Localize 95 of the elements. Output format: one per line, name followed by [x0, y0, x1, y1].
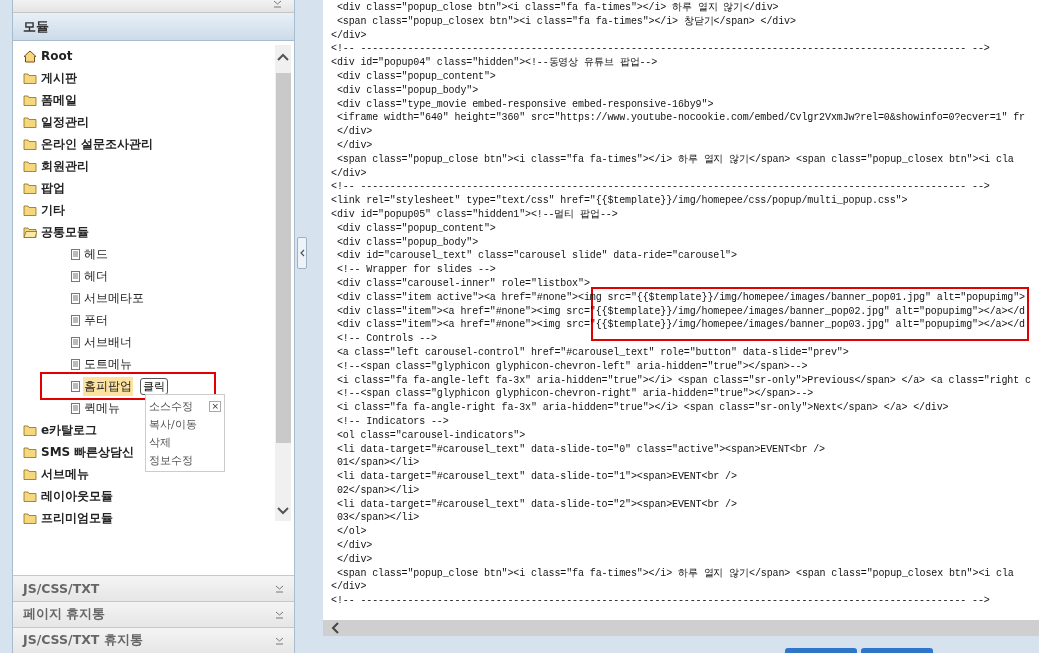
code-line: <div id="popup05" class="hidden1"><!--멀티 팝업-->: [331, 207, 619, 222]
code-line: </div>: [331, 28, 368, 43]
code-line: 03</span></li>: [335, 511, 421, 526]
code-line: <!--<span class="glyphicon glyphicon-chevron-left" aria-hidden="true"></span>-->: [335, 359, 809, 374]
code-line: <!-- Controls -->: [335, 332, 438, 346]
code-line: <li data-target="#carousel_text" data-slide-to="2"><span>EVENT<br />: [335, 497, 738, 512]
code-line: <div class="carousel-inner" role="listbox">: [335, 276, 591, 291]
code-line: <i class="fa fa-angle-left fa-3x" aria-hidden="true"></i> <span class="sr-only">Previous</span> </a> <a class="right c: [335, 373, 1032, 388]
tree-item[interactable]: 푸터: [83, 310, 109, 330]
code-line: <!-- ------------------------------------------------------------------------------------------------------- -->: [331, 180, 991, 195]
code-line: </div>: [335, 138, 374, 153]
tree-item[interactable]: 레이아웃모듈: [40, 486, 114, 506]
code-line: </div>: [335, 539, 374, 553]
collapse-icon[interactable]: [275, 636, 284, 645]
document-icon: [71, 380, 80, 392]
code-line: 02</span></li>: [335, 483, 421, 498]
code-line: <div class="popup_content">: [335, 70, 497, 84]
document-icon: [71, 248, 80, 260]
tree-item[interactable]: 폼메일: [40, 90, 78, 110]
tree-item[interactable]: 일정관리: [40, 112, 90, 132]
code-line: <a class="left carousel-control" href="#carousel_text" role="button" data-slide="prev">: [335, 345, 850, 360]
code-line: <!--<span class="glyphicon glyphicon-chevron-right" aria-hidden="true"></span>-->: [335, 387, 815, 402]
code-line: <span class="popup_close btn"><i class="fa fa-times"></i> 하루 열지 않기</span> <span class="popup_closex btn"><i cla: [335, 152, 1015, 167]
menu-item[interactable]: 정보수정: [146, 451, 224, 469]
document-icon: [71, 336, 80, 348]
code-line: <span class="popup_closex btn"><i class="fa fa-times"></i> 창닫기</span> </div>: [335, 14, 797, 29]
tree-item[interactable]: 홈피팝업: [83, 376, 133, 396]
code-line: <div class="popup_close btn"><i class="fa fa-times"></i> 하루 열지 않기</div>: [335, 1, 780, 15]
collapse-icon[interactable]: [273, 0, 282, 8]
tree-item[interactable]: Root: [40, 48, 74, 64]
code-line: <li data-target="#carousel_text" data-slide-to="1"><span>EVENT<br />: [335, 470, 738, 484]
menu-item[interactable]: 소스수정 ×: [146, 397, 224, 415]
tree-item[interactable]: 서브배너: [83, 332, 133, 352]
code-line: <!-- ------------------------------------------------------------------------------------------------------- -->: [331, 42, 991, 57]
chevron-left-icon[interactable]: [299, 249, 305, 257]
tree-item[interactable]: e카탈로그: [40, 420, 99, 440]
tree-item[interactable]: 헤드: [83, 244, 109, 264]
accordion-header[interactable]: JS/CSS/TXT 휴지통: [13, 627, 294, 653]
tree-item[interactable]: 서브메타포: [83, 288, 145, 308]
tree-item[interactable]: 프리미엄모듈: [40, 508, 114, 528]
tree-item[interactable]: 게시판: [40, 68, 78, 88]
collapse-icon[interactable]: [275, 610, 284, 619]
tree-item[interactable]: 퀵메뉴: [83, 398, 121, 418]
menu-item[interactable]: 삭제: [146, 433, 224, 451]
code-line: </div>: [335, 125, 374, 139]
code-line: </div>: [335, 552, 374, 567]
accordion-title: JS/CSS/TXT 휴지통: [23, 632, 143, 649]
tree-item[interactable]: 공통모듈: [40, 222, 90, 242]
code-line: </div>: [331, 580, 368, 595]
code-line: <div class="type_movie embed-responsive embed-responsive-16by9">: [335, 97, 715, 112]
scroll-left-icon[interactable]: [331, 622, 339, 634]
accordion-header[interactable]: 페이지 휴지통: [13, 601, 294, 627]
accordion-title: JS/CSS/TXT: [23, 581, 100, 596]
splitter-handle[interactable]: [297, 237, 307, 269]
document-icon: [71, 270, 80, 282]
tree-item[interactable]: SMS 빠른상담신: [40, 442, 136, 462]
tree-item[interactable]: 회원관리: [40, 156, 90, 176]
collapse-icon[interactable]: [275, 584, 284, 593]
code-line: <ol class="carousel-indicators">: [335, 428, 527, 443]
code-line: </ol>: [335, 525, 368, 540]
code-line: <link rel="stylesheet" type="text/css" href="{{$template}}/img/homepee/css/popup/multi_popup.css">: [331, 194, 909, 208]
scroll-up-icon[interactable]: [277, 53, 289, 61]
code-line: <div class="popup_body">: [335, 83, 480, 98]
code-line: <!-- Wrapper for slides -->: [335, 263, 497, 277]
code-line: <li data-target="#carousel_text" data-slide-to="0" class="active"><span>EVENT<br />: [335, 442, 826, 457]
scroll-down-icon[interactable]: [277, 507, 289, 515]
panel-header: 모듈: [13, 13, 294, 41]
tree-item[interactable]: 도트메뉴: [83, 354, 133, 374]
code-line: <div id="carousel_text" class="carousel slide" data-ride="carousel">: [335, 249, 738, 264]
tree-item[interactable]: 서브메뉴: [40, 464, 90, 484]
code-line: <!-- ------------------------------------------------------------------------------------------------------- -->: [331, 594, 991, 609]
code-line: <i class="fa fa-angle-right fa-3x" aria-hidden="true"></i> <span class="sr-only">Next</span> </a> </div>: [335, 401, 950, 415]
code-line: <div class="popup_body">: [335, 235, 480, 250]
code-line: 01</span></li>: [335, 456, 421, 471]
menu-item[interactable]: 복사/이동: [146, 415, 224, 433]
close-icon[interactable]: ×: [209, 400, 221, 412]
document-icon: [71, 292, 80, 304]
document-icon: [71, 314, 80, 326]
code-line: <iframe width="640" height="360" src="https://www.youtube-nocookie.com/embed/Cvlgr2VxmJw?rel=0&showinfo=0?ecver=1" fr: [335, 111, 1026, 126]
accordion-header[interactable]: JS/CSS/TXT: [13, 575, 294, 601]
code-line: <div id="popup04" class="hidden"><!--동영상 유튜브 팝업-->: [331, 56, 659, 70]
tree-item[interactable]: 기타: [40, 200, 66, 220]
tooltip: 클릭: [140, 377, 168, 395]
accordion-title: 페이지 휴지통: [23, 606, 106, 623]
code-line: </div>: [331, 166, 368, 181]
code-line: <div class="popup_content">: [335, 221, 497, 236]
tree-item[interactable]: 팝업: [40, 178, 66, 198]
document-icon: [71, 358, 80, 370]
home-icon: [23, 49, 37, 63]
code-line: <span class="popup_close btn"><i class="fa fa-times"></i> 하루 열지 않기</span> <span class="popup_closex btn"><i cla: [335, 566, 1015, 581]
scrollbar-thumb[interactable]: [275, 73, 291, 443]
document-icon: [71, 402, 80, 414]
code-line: <!-- Indicators -->: [335, 414, 450, 429]
tree-item[interactable]: 헤더: [83, 266, 109, 286]
tree-item[interactable]: 온라인 설문조사관리: [40, 134, 155, 154]
